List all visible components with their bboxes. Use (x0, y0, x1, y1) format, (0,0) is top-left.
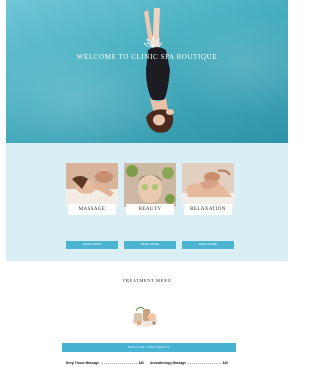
menu-title: TREATMENT MENU (122, 278, 172, 283)
menu-item-name: Deep Tissue Massage (66, 361, 100, 365)
menu-item-price: $40 (222, 361, 228, 365)
relaxation-photo (182, 163, 234, 207)
lotus-logo-icon (144, 36, 162, 48)
service-label: RELAXATION (184, 204, 232, 215)
service-label: BEAUTY (126, 204, 174, 215)
menu-item-price: $40 (138, 361, 144, 365)
service-card-beauty: BEAUTY READ MORE (124, 163, 176, 249)
massage-treatments-bar[interactable]: MASSAGE TREATMENTS (62, 343, 236, 352)
menu-item-name: Aromatherapy Massage (150, 361, 186, 365)
hero-title: WELCOME TO CLINIC SPA BOUTIQUE (76, 53, 218, 61)
menu-item: Aromatherapy Massage $40 (150, 361, 228, 367)
read-more-button[interactable]: READ MORE (182, 241, 234, 249)
services-section: MASSAGE READ MORE BEAUTY READ MORE RELAX… (6, 143, 288, 261)
service-card-massage: MASSAGE READ MORE (66, 163, 118, 249)
hero-banner: WELCOME TO CLINIC SPA BOUTIQUE (6, 0, 288, 143)
hero-woman-image (144, 8, 174, 133)
spa-products-image (132, 306, 158, 327)
beauty-photo (124, 163, 176, 207)
leader-dots (101, 363, 137, 364)
service-label: MASSAGE (68, 204, 116, 215)
massage-photo (66, 163, 118, 207)
menu-item: Deep Tissue Massage $40 (66, 361, 144, 367)
read-more-button[interactable]: READ MORE (124, 241, 176, 249)
read-more-button[interactable]: READ MORE (66, 241, 118, 249)
service-card-relaxation: RELAXATION READ MORE (182, 163, 234, 249)
leader-dots (187, 363, 221, 364)
